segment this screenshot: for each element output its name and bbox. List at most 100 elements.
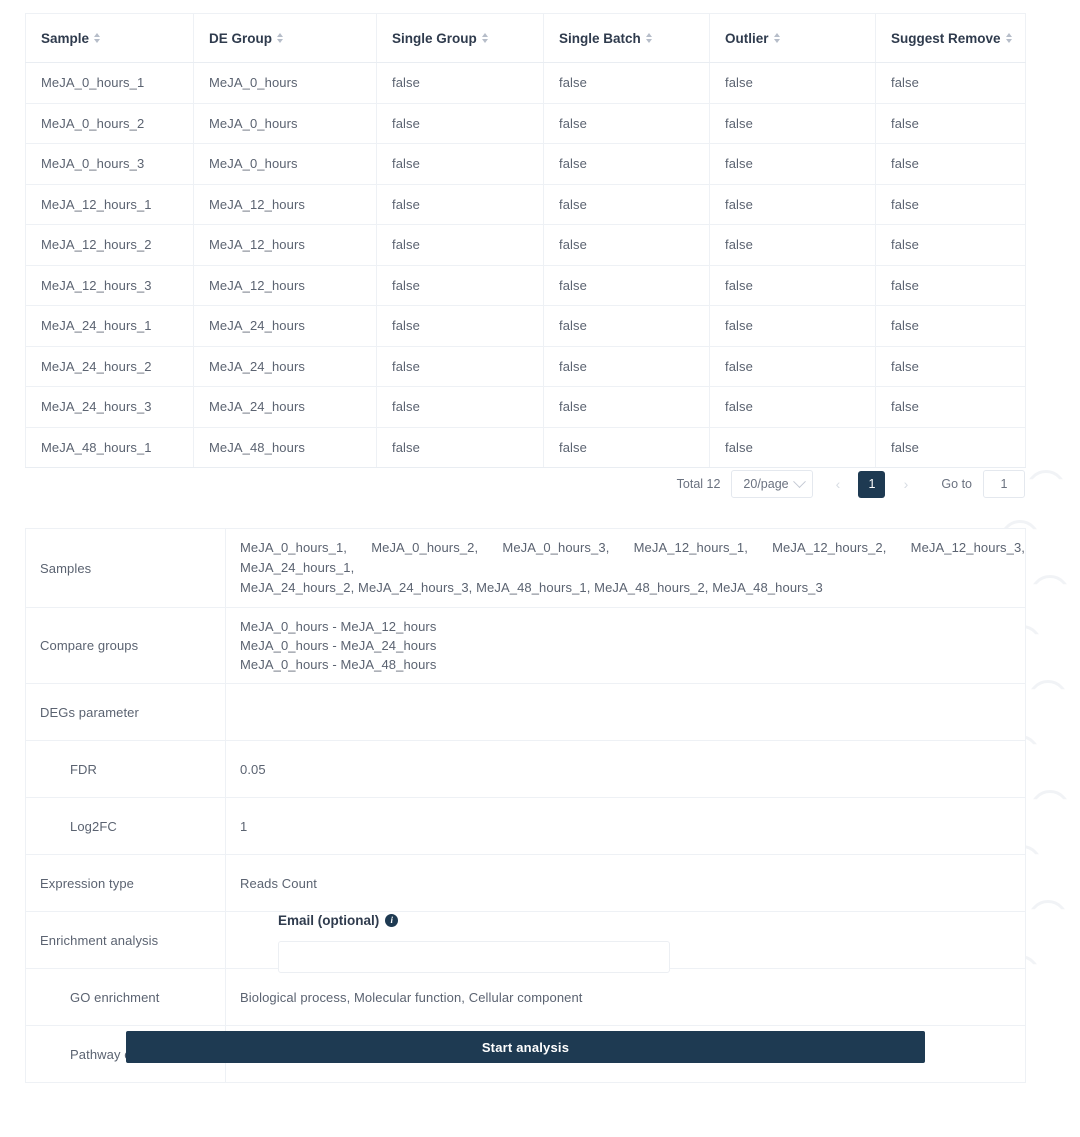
cell-de-group: MeJA_24_hours [193, 346, 377, 387]
cell-single-group: false [376, 346, 544, 387]
sort-arrows-icon[interactable] [94, 33, 101, 43]
cell-sample: MeJA_24_hours_3 [25, 386, 194, 428]
prev-page-button[interactable]: ‹ [824, 470, 852, 498]
compare-group-item: MeJA_0_hours - MeJA_24_hours [240, 638, 437, 653]
sort-arrows-icon[interactable] [645, 33, 652, 43]
cell-single-group: false [376, 224, 544, 266]
sort-arrows-icon[interactable] [773, 33, 780, 43]
cell-outlier: false [709, 427, 876, 468]
cell-sample: MeJA_12_hours_3 [25, 265, 194, 306]
table-row[interactable]: MeJA_48_hours_1 MeJA_48_hours false false fa… [25, 427, 1026, 468]
summary-row-compare-groups: Compare groups MeJA_0_hours - MeJA_12_ho… [25, 607, 1026, 684]
samples-table-head: Sample DE Group Single Group Single Batc… [25, 13, 1026, 63]
table-row[interactable]: MeJA_0_hours_1 MeJA_0_hours false false fals… [25, 62, 1026, 104]
cell-suggest-remove: false [875, 143, 1026, 185]
start-analysis-button[interactable]: Start analysis [126, 1031, 925, 1063]
samples-table: Sample DE Group Single Group Single Batc… [25, 13, 1026, 468]
sort-arrows-icon[interactable] [1005, 33, 1012, 43]
info-icon[interactable]: i [385, 914, 399, 927]
table-row[interactable]: MeJA_12_hours_2 MeJA_12_hours false false fa… [25, 224, 1026, 266]
goto-page-label: Go to [941, 477, 972, 491]
column-header-de-group[interactable]: DE Group [193, 13, 377, 63]
cell-outlier: false [709, 265, 876, 306]
summary-row-degs-parameter: DEGs parameter [25, 683, 1026, 741]
cell-de-group: MeJA_12_hours [193, 224, 377, 266]
summary-label-go-enrichment: GO enrichment [25, 968, 226, 1026]
cell-suggest-remove: false [875, 305, 1026, 347]
cell-single-group: false [376, 386, 544, 428]
cell-sample: MeJA_0_hours_3 [25, 143, 194, 185]
samples-table-container: Sample DE Group Single Group Single Batc… [25, 13, 1026, 468]
samples-list-line-2: MeJA_24_hours_2, MeJA_24_hours_3, MeJA_4… [240, 580, 823, 595]
page-number-1-button[interactable]: 1 [858, 470, 886, 498]
cell-single-group: false [376, 62, 544, 104]
summary-row-go-enrichment: GO enrichment Biological process, Molecu… [25, 968, 1026, 1026]
cell-suggest-remove: false [875, 103, 1026, 144]
table-row[interactable]: MeJA_24_hours_1 MeJA_24_hours false false fa… [25, 305, 1026, 347]
table-row[interactable]: MeJA_24_hours_2 MeJA_24_hours false false fa… [25, 346, 1026, 387]
summary-label-degs-parameter: DEGs parameter [25, 683, 226, 741]
summary-value-degs-parameter [225, 683, 1026, 741]
table-row[interactable]: MeJA_24_hours_3 MeJA_24_hours false false fa… [25, 386, 1026, 428]
goto-page-input[interactable] [983, 470, 1025, 498]
chevron-down-icon [793, 474, 807, 488]
email-label-text: Email (optional) [278, 913, 380, 928]
summary-value-go-enrichment: Biological process, Molecular function, … [225, 968, 1026, 1026]
cell-outlier: false [709, 305, 876, 347]
sort-arrows-icon[interactable] [277, 33, 283, 43]
cell-single-batch: false [543, 386, 710, 428]
summary-label-log2fc: Log2FC [25, 797, 226, 855]
cell-single-batch: false [543, 103, 710, 144]
cell-single-batch: false [543, 62, 710, 104]
cell-outlier: false [709, 224, 876, 266]
table-row[interactable]: MeJA_12_hours_1 MeJA_12_hours false false fa… [25, 184, 1026, 225]
column-header-label: DE Group [209, 30, 272, 46]
column-header-single-batch[interactable]: Single Batch [543, 13, 710, 63]
email-input[interactable] [278, 941, 670, 973]
column-header-label: Outlier [725, 30, 769, 46]
sort-arrows-icon[interactable] [481, 33, 488, 43]
cell-de-group: MeJA_12_hours [193, 265, 377, 306]
cell-single-batch: false [543, 224, 710, 266]
summary-row-expression-type: Expression type Reads Count [25, 854, 1026, 912]
column-header-label: Suggest Remove [891, 30, 1001, 46]
email-field-group: Email (optional) i [278, 913, 670, 973]
next-page-button[interactable]: › [892, 470, 920, 498]
cell-single-batch: false [543, 265, 710, 306]
summary-label-enrichment-analysis: Enrichment analysis [25, 911, 226, 969]
cell-sample: MeJA_24_hours_1 [25, 305, 194, 347]
table-row[interactable]: MeJA_12_hours_3 MeJA_12_hours false false fa… [25, 265, 1026, 306]
column-header-suggest-remove[interactable]: Suggest Remove [875, 13, 1026, 63]
samples-table-body: MeJA_0_hours_1 MeJA_0_hours false false fals… [25, 62, 1026, 468]
summary-label-expression-type: Expression type [25, 854, 226, 912]
column-header-single-group[interactable]: Single Group [376, 13, 544, 63]
total-count-label: Total 12 [676, 477, 721, 491]
summary-row-samples: Samples MeJA_0_hours_1, MeJA_0_hours_2, … [25, 528, 1026, 608]
cell-suggest-remove: false [875, 386, 1026, 428]
page-size-select[interactable]: 20/page [731, 470, 814, 498]
cell-outlier: false [709, 346, 876, 387]
cell-de-group: MeJA_0_hours [193, 143, 377, 185]
summary-value-expression-type: Reads Count [225, 854, 1026, 912]
summary-value-samples: MeJA_0_hours_1, MeJA_0_hours_2, MeJA_0_h… [225, 528, 1026, 608]
cell-de-group: MeJA_48_hours [193, 427, 377, 468]
table-row[interactable]: MeJA_0_hours_2 MeJA_0_hours false false fals… [25, 103, 1026, 144]
page-size-value: 20/page [743, 477, 789, 491]
column-header-outlier[interactable]: Outlier [709, 13, 876, 63]
pagination-bar: Total 12 20/page ‹ 1 › Go to [25, 468, 1025, 500]
cell-sample: MeJA_0_hours_2 [25, 103, 194, 144]
column-header-sample[interactable]: Sample [25, 13, 194, 63]
compare-group-item: MeJA_0_hours - MeJA_48_hours [240, 657, 437, 672]
cell-de-group: MeJA_24_hours [193, 386, 377, 428]
cell-single-group: false [376, 143, 544, 185]
cell-single-group: false [376, 265, 544, 306]
cell-single-group: false [376, 184, 544, 225]
cell-sample: MeJA_0_hours_1 [25, 62, 194, 104]
summary-row-log2fc: Log2FC 1 [25, 797, 1026, 855]
summary-value-log2fc: 1 [225, 797, 1026, 855]
column-header-label: Single Batch [559, 30, 641, 46]
compare-group-item: MeJA_0_hours - MeJA_12_hours [240, 619, 437, 634]
email-label: Email (optional) i [278, 913, 670, 928]
cell-single-batch: false [543, 305, 710, 347]
table-row[interactable]: MeJA_0_hours_3 MeJA_0_hours false false fals… [25, 143, 1026, 185]
